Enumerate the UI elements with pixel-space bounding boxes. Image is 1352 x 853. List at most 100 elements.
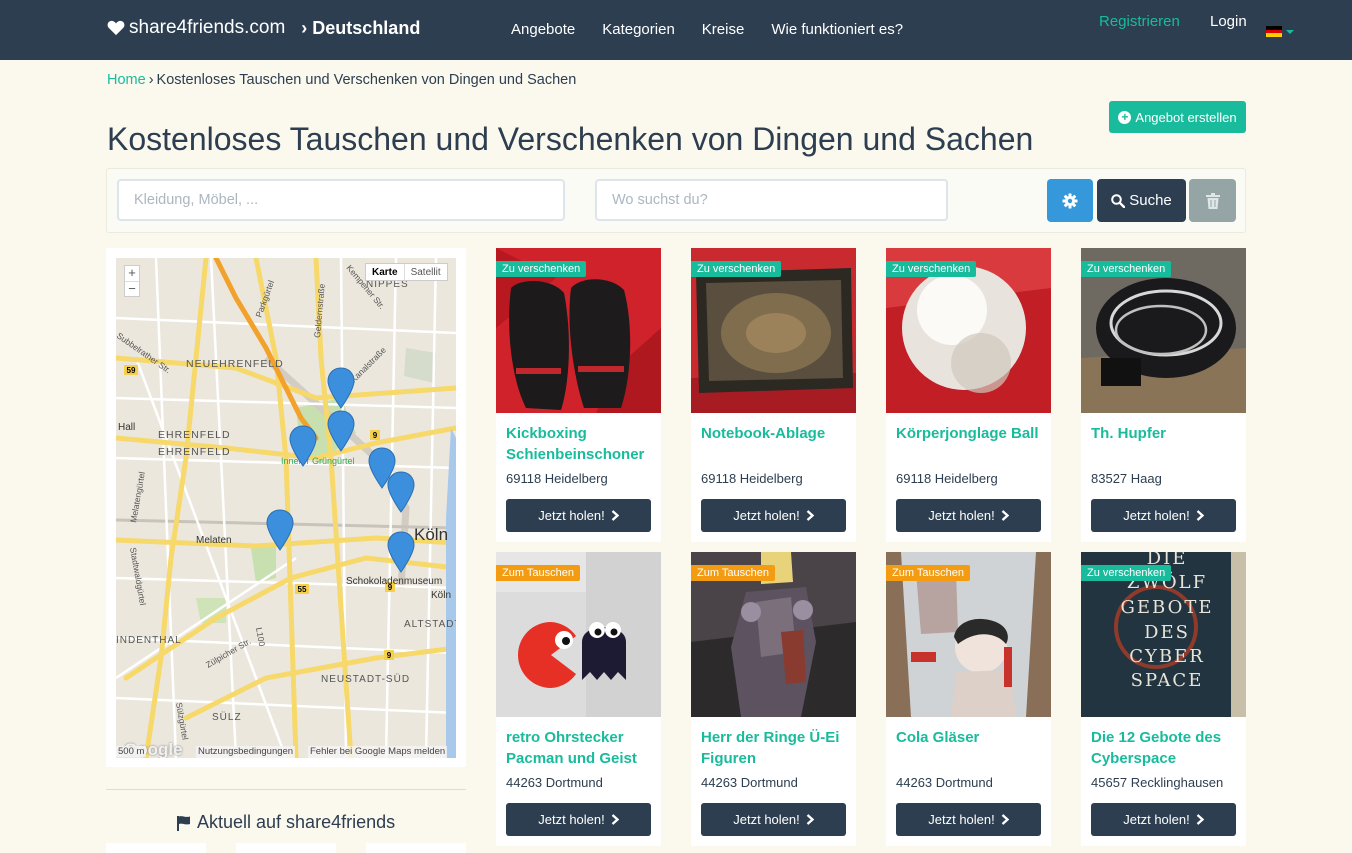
search-where-input[interactable] <box>595 179 948 221</box>
chevron-right-icon <box>611 814 619 825</box>
country-label[interactable]: › Deutschland <box>301 18 420 39</box>
get-it-button[interactable]: Jetzt holen! <box>701 499 846 532</box>
search-panel: Suche <box>106 168 1246 233</box>
trash-icon <box>1205 192 1220 209</box>
get-it-label: Jetzt holen! <box>733 812 800 827</box>
news-tile[interactable] <box>366 843 466 853</box>
listing-card[interactable]: Zu verschenken Th. Hupfer 83527 Haag Jet… <box>1081 248 1246 542</box>
gear-icon <box>1062 193 1078 208</box>
get-it-button[interactable]: Jetzt holen! <box>506 499 651 532</box>
plus-circle-icon: + <box>1118 110 1132 124</box>
map-label-city: Köln <box>414 525 448 544</box>
listing-card[interactable]: Zu verschenken Notebook-Ablage 69118 Hei… <box>691 248 856 542</box>
listing-title[interactable]: Notebook-Ablage <box>701 423 851 444</box>
map-zoom-control: + − <box>124 265 140 297</box>
map-type-switch: Karte Satellit <box>365 263 448 281</box>
listing-location: 44263 Dortmund <box>896 775 993 790</box>
heart-icon <box>107 20 125 36</box>
chevron-right-icon <box>806 510 814 521</box>
book-cover-text: DES <box>1144 622 1190 643</box>
get-it-button[interactable]: Jetzt holen! <box>1091 499 1236 532</box>
listing-title[interactable]: Körperjonglage Ball <box>896 423 1046 444</box>
nav-kategorien[interactable]: Kategorien <box>602 21 675 38</box>
listing-badge: Zu verschenken <box>886 261 977 277</box>
get-it-label: Jetzt holen! <box>1123 508 1190 523</box>
map-label-place: Köln <box>431 590 451 601</box>
map-label-district: NEUEHRENFELD <box>186 358 284 370</box>
listing-title[interactable]: Th. Hupfer <box>1091 423 1241 444</box>
listing-card[interactable]: DIE ZWÖLF GEBOTE DES CYBER SPACE Zu vers… <box>1081 552 1246 846</box>
news-tile[interactable] <box>236 843 336 853</box>
search-icon <box>1111 193 1126 208</box>
get-it-button[interactable]: Jetzt holen! <box>896 499 1041 532</box>
clear-search-button[interactable] <box>1189 179 1236 222</box>
map-route-shield: 55 <box>298 585 307 594</box>
map-label-place: Melaten <box>196 535 232 546</box>
map-label-district: ALTSTADT-SÜ <box>404 618 456 630</box>
listing-badge: Zu verschenken <box>1081 261 1172 277</box>
listing-title[interactable]: Die 12 Gebote des Cyberspace <box>1091 727 1241 769</box>
get-it-label: Jetzt holen! <box>928 812 995 827</box>
map-label-district: EHRENFELD <box>158 429 231 441</box>
create-offer-button[interactable]: + Angebot erstellen <box>1109 101 1246 133</box>
aktuell-heading: Aktuell auf share4friends <box>176 812 395 833</box>
search-button[interactable]: Suche <box>1097 179 1186 222</box>
chevron-right-icon <box>611 510 619 521</box>
map-canvas: 59 55 9 9 9 NIPPES NEUEHRENFELD EHRENFEL… <box>116 258 456 758</box>
nav-how-it-works[interactable]: Wie funktioniert es? <box>771 21 903 38</box>
map-view[interactable]: 59 55 9 9 9 NIPPES NEUEHRENFELD EHRENFEL… <box>116 258 456 758</box>
listing-title[interactable]: Cola Gläser <box>896 727 1046 748</box>
get-it-button[interactable]: Jetzt holen! <box>1091 803 1236 836</box>
chevron-right-icon <box>1196 510 1204 521</box>
search-what-input[interactable] <box>117 179 565 221</box>
listing-title[interactable]: Herr der Ringe Ü-Ei Figuren <box>701 727 851 769</box>
chevron-right-icon <box>1001 814 1009 825</box>
zoom-in-button[interactable]: + <box>125 266 139 281</box>
listing-location: 44263 Dortmund <box>701 775 798 790</box>
listing-card[interactable]: Zum Tauschen retro Ohrstecker Pacman und… <box>496 552 661 846</box>
get-it-label: Jetzt holen! <box>1123 812 1190 827</box>
listing-badge: Zu verschenken <box>496 261 587 277</box>
map-type-karte[interactable]: Karte <box>366 264 405 280</box>
brand-link[interactable]: share4friends.com › Deutschland <box>107 17 420 39</box>
map-report-link[interactable]: Fehler bei Google Maps melden <box>308 746 448 758</box>
flag-icon <box>177 815 190 831</box>
map-footer: Google 500 m Nutzungsbedingungen Fehler … <box>116 740 456 758</box>
get-it-label: Jetzt holen! <box>733 508 800 523</box>
listing-badge: Zum Tauschen <box>691 565 775 581</box>
map-route-shield: 9 <box>387 651 392 660</box>
login-link[interactable]: Login <box>1210 13 1247 30</box>
map-type-satellit[interactable]: Satellit <box>405 264 447 280</box>
search-settings-button[interactable] <box>1047 179 1093 222</box>
divider <box>106 789 466 790</box>
listing-card[interactable]: Zum Tauschen Cola Gläser 44263 Dortmund … <box>886 552 1051 846</box>
nav-angebote[interactable]: Angebote <box>511 21 575 38</box>
register-link[interactable]: Registrieren <box>1099 13 1180 30</box>
listing-location: 45657 Recklinghausen <box>1091 775 1224 790</box>
get-it-button[interactable]: Jetzt holen! <box>896 803 1041 836</box>
listing-title[interactable]: Kickboxing Schienbeinschoner <box>506 423 656 465</box>
german-flag-icon[interactable] <box>1266 26 1282 38</box>
map-terms-link[interactable]: Nutzungsbedingungen <box>196 746 296 758</box>
create-offer-label: Angebot erstellen <box>1135 109 1237 125</box>
news-tile[interactable] <box>106 843 206 853</box>
map-label-place: Schokoladenmuseum <box>346 576 442 587</box>
listing-card[interactable]: Zum Tauschen Herr der Ringe Ü-Ei Figuren… <box>691 552 856 846</box>
aktuell-label: Aktuell auf share4friends <box>197 812 396 832</box>
search-button-label: Suche <box>1129 192 1172 209</box>
listing-badge: Zu verschenken <box>691 261 782 277</box>
chevron-down-icon[interactable] <box>1286 30 1294 34</box>
map-scale: 500 m <box>116 746 147 757</box>
map-route-shield: 59 <box>127 366 136 375</box>
listing-card[interactable]: Zu verschenken Körperjonglage Ball 69118… <box>886 248 1051 542</box>
map-label-park: Innerer Grüngürtel <box>281 456 355 466</box>
breadcrumb-home[interactable]: Home <box>107 72 146 88</box>
listing-card[interactable]: Zu verschenken Kickboxing Schienbeinscho… <box>496 248 661 542</box>
map-label-district: EHRENFELD <box>158 446 231 458</box>
listing-title[interactable]: retro Ohrstecker Pacman und Geist <box>506 727 656 769</box>
zoom-out-button[interactable]: − <box>125 281 139 296</box>
get-it-button[interactable]: Jetzt holen! <box>506 803 651 836</box>
nav-kreise[interactable]: Kreise <box>702 21 745 38</box>
get-it-button[interactable]: Jetzt holen! <box>701 803 846 836</box>
listing-location: 69118 Heidelberg <box>701 471 803 486</box>
